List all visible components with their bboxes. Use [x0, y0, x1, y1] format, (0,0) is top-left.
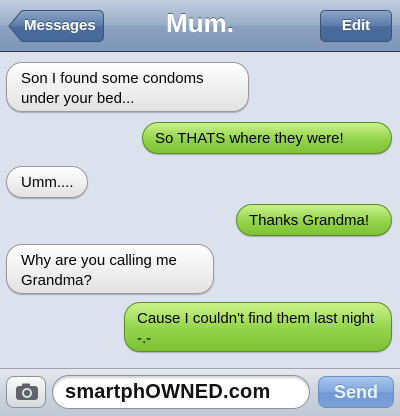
message-bubble-incoming: Why are you calling me Grandma?	[6, 244, 214, 294]
message-bubble-outgoing: Thanks Grandma!	[236, 204, 392, 236]
camera-button[interactable]	[6, 376, 46, 408]
navigation-bar: Messages Mum. Edit	[0, 0, 400, 52]
message-bubble-incoming: Umm....	[6, 166, 88, 198]
message-bubble-outgoing: So THATS where they were!	[142, 122, 392, 154]
message-input-value: smartphOWNED.com	[65, 381, 271, 403]
message-bubble-outgoing: Cause I couldn't find them last night -.…	[124, 302, 392, 352]
composer-bar: smartphOWNED.com Send	[0, 368, 400, 416]
message-thread[interactable]: Son I found some condoms under your bed.…	[0, 52, 400, 368]
message-bubble-incoming: Son I found some condoms under your bed.…	[6, 62, 249, 112]
message-input[interactable]: smartphOWNED.com	[52, 375, 310, 409]
camera-icon	[16, 383, 38, 400]
edit-button[interactable]: Edit	[320, 10, 392, 42]
send-button[interactable]: Send	[318, 376, 394, 408]
